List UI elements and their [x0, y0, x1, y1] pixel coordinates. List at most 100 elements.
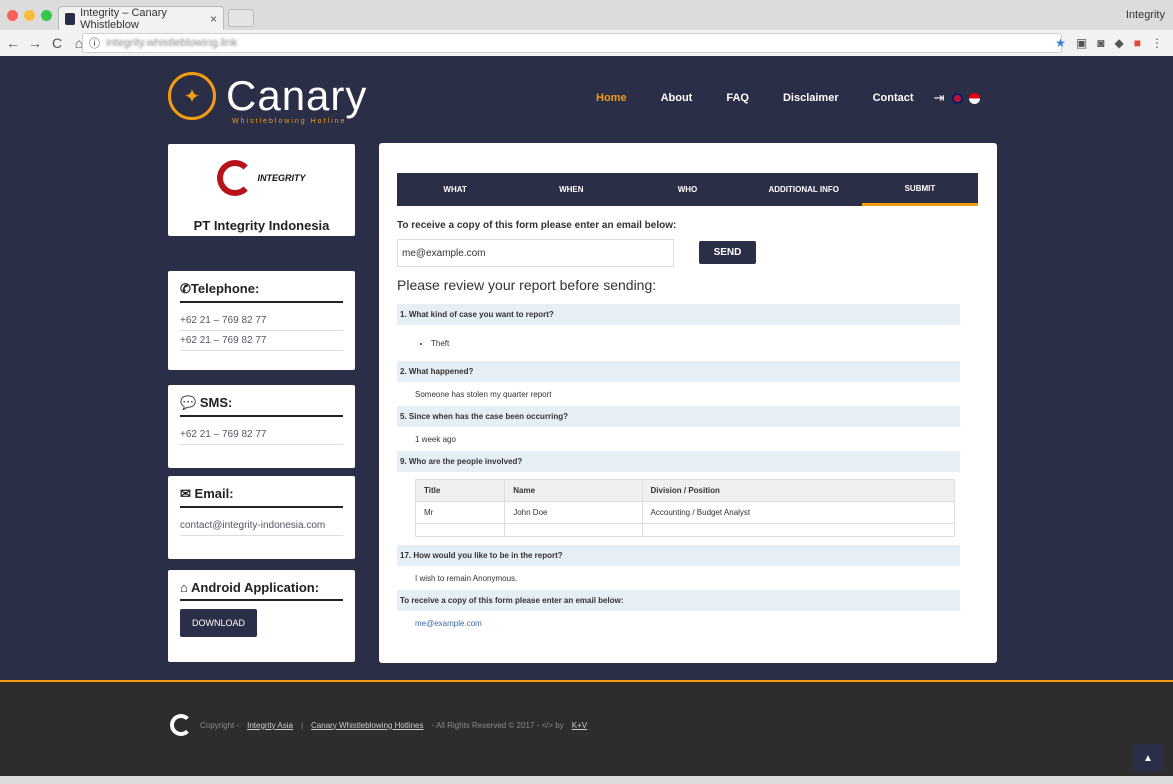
menu-icon[interactable]: ⋮ — [1151, 36, 1163, 50]
review-list[interactable]: 1. What kind of case you want to report?… — [397, 304, 960, 651]
step-additional-info[interactable]: ADDITIONAL INFO — [746, 173, 862, 206]
answer-item: Theft — [431, 339, 942, 348]
answer: me@example.com — [415, 619, 482, 628]
nav-about[interactable]: About — [661, 92, 693, 104]
profile-name[interactable]: Integrity — [1126, 9, 1165, 21]
nav-disclaimer[interactable]: Disclaimer — [783, 92, 839, 104]
step-submit[interactable]: SUBMIT — [861, 173, 979, 206]
question: 1. What kind of case you want to report? — [397, 304, 960, 326]
phone-icon: ✆ — [180, 281, 191, 296]
site-logo[interactable]: ✦ Canary Whistleblowing Hotline — [168, 72, 368, 125]
step-what[interactable]: WHAT — [397, 173, 513, 206]
kv-link[interactable]: K+V — [572, 721, 587, 730]
download-button[interactable]: DOWNLOAD — [180, 609, 258, 637]
email-title: ✉ Email: — [180, 486, 343, 508]
brand-name: Canary — [226, 72, 368, 119]
send-button[interactable]: SEND — [699, 241, 756, 264]
new-tab-button[interactable] — [228, 9, 254, 27]
back-icon[interactable]: ← — [4, 35, 22, 51]
sms-title: 💬 SMS: — [180, 395, 343, 417]
main-nav: Home About FAQ Disclaimer Contact ⇥ — [596, 90, 986, 106]
integrity-footer-logo-icon — [170, 714, 192, 736]
tab-bar: Integrity – Canary Whistleblow × Integri… — [0, 0, 1173, 31]
sms-card: 💬 SMS: +62 21 – 769 82 77 — [168, 385, 355, 468]
email-title-text: Email: — [194, 486, 234, 501]
maximize-window-button[interactable] — [41, 10, 52, 21]
canary-bird-icon: ✦ — [168, 72, 216, 120]
telephone-number[interactable]: +62 21 – 769 82 77 — [180, 311, 343, 331]
form-steps: WHAT WHEN WHO ADDITIONAL INFO SUBMIT — [397, 173, 979, 206]
arrow-up-icon: ▲ — [1143, 752, 1153, 764]
android-card: ⌂ Android Application: DOWNLOAD — [168, 570, 355, 662]
address-bar[interactable]: ⓘ integrity.whistleblowing.link — [82, 33, 1062, 53]
email-input[interactable]: me@example.com — [397, 239, 674, 267]
table-header: Division / Position — [641, 479, 956, 502]
table-cell: Mr — [414, 501, 506, 524]
close-window-button[interactable] — [7, 10, 18, 21]
android-title-text: Android Application: — [191, 580, 320, 595]
copyright-text: Copyright - — [200, 720, 240, 730]
page-body: ✦ Canary Whistleblowing Hotline Home Abo… — [0, 56, 1173, 680]
table-cell — [641, 523, 956, 537]
uk-flag-icon[interactable] — [952, 92, 964, 104]
nav-contact[interactable]: Contact — [873, 92, 914, 104]
info-icon[interactable]: ⓘ — [89, 35, 100, 51]
extension-icon[interactable]: ◙ — [1097, 36, 1104, 50]
table-cell — [414, 523, 506, 537]
rights-text: - All Rights Reserved © 2017 - </> by — [431, 720, 564, 730]
table-cell: John Doe — [504, 501, 643, 524]
step-who[interactable]: WHO — [629, 173, 745, 206]
table-header-row: Title Name Division / Position — [414, 479, 956, 502]
window-controls — [7, 10, 52, 21]
telephone-title-text: Telephone: — [190, 281, 260, 296]
brand-subtitle: Whistleblowing Hotline — [232, 118, 347, 125]
table-row: Mr John Doe Accounting / Budget Analyst — [414, 501, 956, 524]
table-row — [414, 523, 956, 537]
table-header: Name — [504, 479, 643, 502]
tab-title: Integrity – Canary Whistleblow — [80, 6, 167, 31]
sms-number[interactable]: +62 21 – 769 82 77 — [180, 425, 343, 445]
nav-home[interactable]: Home — [596, 92, 627, 104]
browser-chrome: Integrity – Canary Whistleblow × Integri… — [0, 0, 1173, 56]
table-cell — [504, 523, 643, 537]
bookmark-star-icon[interactable]: ★ — [1055, 36, 1066, 50]
minimize-window-button[interactable] — [24, 10, 35, 21]
email-label: To receive a copy of this form please en… — [397, 220, 677, 231]
email-address[interactable]: contact@integrity-indonesia.com — [180, 516, 343, 536]
question: 9. Who are the people involved? — [397, 451, 960, 473]
nav-faq[interactable]: FAQ — [726, 92, 749, 104]
home-icon: ⌂ — [180, 580, 188, 595]
android-title: ⌂ Android Application: — [180, 580, 343, 601]
browser-tab[interactable]: Integrity – Canary Whistleblow × — [58, 6, 224, 31]
chat-bubble-icon: 💬 — [180, 395, 197, 410]
telephone-number[interactable]: +62 21 – 769 82 77 — [180, 331, 343, 351]
integrity-asia-link[interactable]: Integrity Asia — [247, 721, 293, 730]
canary-hotlines-link[interactable]: Canary Whistleblowing Hotlines — [311, 721, 424, 730]
integrity-logo-mark — [217, 160, 254, 196]
telephone-card: ✆Telephone: +62 21 – 769 82 77 +62 21 – … — [168, 271, 355, 370]
people-table: Title Name Division / Position Mr John D… — [414, 479, 956, 537]
close-tab-icon[interactable]: × — [210, 12, 217, 26]
indonesia-flag-icon[interactable] — [969, 92, 981, 104]
extension-icon[interactable]: ■ — [1134, 36, 1141, 50]
question: 17. How would you like to be in the repo… — [397, 545, 960, 567]
reload-icon[interactable]: C — [48, 35, 66, 51]
report-form: WHAT WHEN WHO ADDITIONAL INFO SUBMIT To … — [379, 143, 997, 663]
scroll-top-button[interactable]: ▲ — [1133, 744, 1163, 772]
separator: | — [300, 720, 304, 730]
step-when[interactable]: WHEN — [513, 173, 629, 206]
table-cell: Accounting / Budget Analyst — [641, 501, 956, 524]
footer-line: Copyright - Integrity Asia | Canary Whis… — [170, 714, 587, 736]
login-icon[interactable]: ⇥ — [934, 90, 945, 106]
review-title: Please review your report before sending… — [397, 277, 657, 293]
footer: Copyright - Integrity Asia | Canary Whis… — [0, 680, 1173, 776]
email-card: ✉ Email: contact@integrity-indonesia.com — [168, 476, 355, 559]
envelope-icon: ✉ — [180, 486, 191, 501]
telephone-title: ✆Telephone: — [180, 281, 343, 303]
extension-icons: ★ ▣ ◙ ◆ ■ ⋮ — [1055, 36, 1163, 50]
extension-icon[interactable]: ▣ — [1076, 36, 1087, 50]
company-name: PT Integrity Indonesia — [193, 218, 330, 233]
answer: 1 week ago — [415, 435, 456, 444]
forward-icon[interactable]: → — [26, 35, 44, 51]
extension-icon[interactable]: ◆ — [1115, 36, 1124, 50]
